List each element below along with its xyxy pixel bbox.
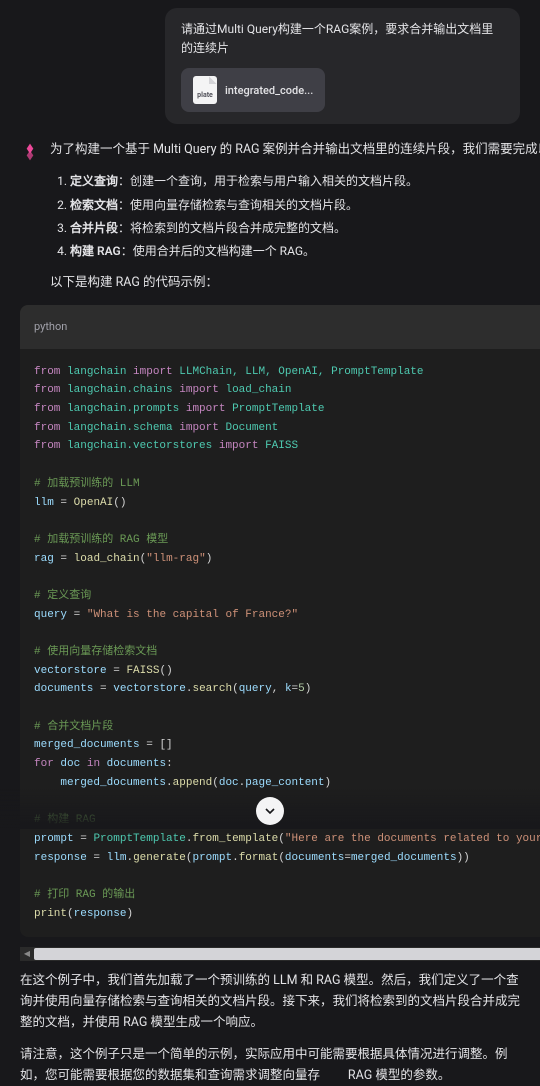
code-intro: 以下是构建 RAG 的代码示例： <box>50 273 540 293</box>
code-block: python from langchain import LLMChain, L… <box>20 305 540 937</box>
paragraph: 在这个例子中，我们首先加载了一个预训练的 LLM 和 RAG 模型。然后，我们定… <box>20 971 520 1033</box>
list-item: 定义查询：创建一个查询，用于检索与用户输入相关的文档片段。 <box>70 172 540 191</box>
horizontal-scrollbar[interactable]: ◀ ▶ <box>20 947 540 961</box>
paragraph: 请注意，这个例子只是一个简单的示例，实际应用中可能需要根据具体情况进行调整。例如… <box>20 1045 520 1086</box>
code-content: from langchain import LLMChain, LLM, Ope… <box>20 349 540 938</box>
user-prompt-text: 请通过Multi Query构建一个RAG案例，要求合并输出文档里的连续片 <box>181 20 504 58</box>
scroll-down-button[interactable] <box>256 797 284 825</box>
bottom-fade-overlay <box>0 789 540 829</box>
scrollbar-thumb[interactable] <box>34 948 540 960</box>
user-message: 请通过Multi Query构建一个RAG案例，要求合并输出文档里的连续片 pl… <box>165 8 520 124</box>
list-item: 检索文档：使用向量存储检索与查询相关的文档片段。 <box>70 196 540 215</box>
steps-list: 定义查询：创建一个查询，用于检索与用户输入相关的文档片段。 检索文档：使用向量存… <box>70 172 540 261</box>
file-icon: plate <box>193 76 217 104</box>
code-language-label: python <box>34 318 67 336</box>
scroll-left-arrow[interactable]: ◀ <box>20 947 34 961</box>
scrollbar-track[interactable] <box>34 947 540 961</box>
code-header: python <box>20 305 540 349</box>
assistant-avatar-icon <box>20 142 40 162</box>
file-attachment[interactable]: plate integrated_code... <box>181 68 325 112</box>
response-explanation: 在这个例子中，我们首先加载了一个预训练的 LLM 和 RAG 模型。然后，我们定… <box>0 971 540 1086</box>
list-item: 合并片段：将检索到的文档片段合并成完整的文档。 <box>70 219 540 238</box>
list-item: 构建 RAG：使用合并后的文档构建一个 RAG。 <box>70 242 540 261</box>
response-intro: 为了构建一个基于 Multi Query 的 RAG 案例并合并输出文档里的连续… <box>50 140 540 160</box>
attachment-filename: integrated_code... <box>225 82 313 100</box>
assistant-response: 为了构建一个基于 Multi Query 的 RAG 案例并合并输出文档里的连续… <box>0 140 540 971</box>
